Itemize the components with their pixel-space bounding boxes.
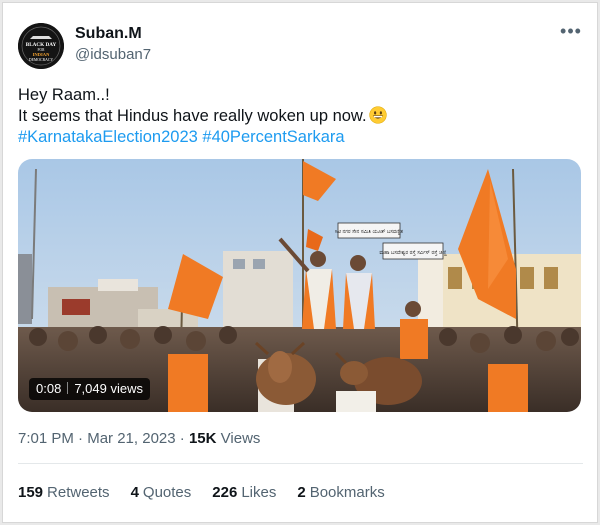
video-thumbnail: ಸಿಟಿ ನಗರ ಸೇನ ಸಮಿತಿ ಯೂತ್ ಬಸವಣ್ಣಿತ ಮಹಾ ಬಸವ… bbox=[18, 159, 581, 412]
divider bbox=[18, 463, 583, 464]
views-label: Views bbox=[220, 430, 261, 447]
tweet-line-2: It seems that Hindus have really woken u… bbox=[18, 106, 578, 127]
meta-separator: · bbox=[78, 430, 84, 447]
hashtag-40-percent-sarkara[interactable]: #40PercentSarkara bbox=[202, 128, 344, 146]
author-handle[interactable]: @idsuban7 bbox=[75, 46, 151, 63]
tweet-meta: 7:01 PM · Mar 21, 2023 · 15K Views bbox=[18, 430, 260, 447]
retweets-label: Retweets bbox=[47, 484, 110, 501]
svg-text:INDIAN: INDIAN bbox=[33, 52, 51, 57]
likes-count: 226 bbox=[212, 484, 238, 501]
more-options-icon[interactable]: ••• bbox=[558, 19, 584, 43]
svg-text:DEMOCRACY: DEMOCRACY bbox=[29, 58, 54, 62]
retweets-count: 159 bbox=[18, 484, 44, 501]
author-avatar[interactable]: BLACK DAY FOR INDIAN DEMOCRACY bbox=[18, 23, 64, 69]
tweet-text: Hey Raam..! It seems that Hindus have re… bbox=[18, 85, 578, 148]
badge-separator bbox=[67, 382, 69, 394]
protest-sign-2: ಮಹಾ ಬಸವೇಶ್ವರ ರಸ್ತೆ ಸರ್ವಿಸ್ ರಸ್ತೆ ಚಿಣ್ಣಿ bbox=[379, 250, 447, 256]
bookmarks-stat[interactable]: 2 Bookmarks bbox=[297, 484, 384, 501]
tweet-line-1: Hey Raam..! bbox=[18, 86, 110, 104]
author-name[interactable]: Suban.M bbox=[75, 25, 142, 43]
engagement-stats: 159 Retweets 4 Quotes 226 Likes 2 Bookmarks bbox=[18, 484, 385, 501]
video-duration: 0:08 bbox=[36, 381, 62, 396]
quotes-stat[interactable]: 4 Quotes bbox=[131, 484, 192, 501]
tweet-date[interactable]: Mar 21, 2023 bbox=[87, 430, 175, 447]
quotes-count: 4 bbox=[130, 484, 139, 501]
bookmarks-count: 2 bbox=[297, 484, 306, 501]
likes-label: Likes bbox=[241, 484, 277, 501]
video-stats-badge: 0:08 7,049 views bbox=[29, 378, 150, 400]
tweet-card: BLACK DAY FOR INDIAN DEMOCRACY Suban.M @… bbox=[2, 2, 598, 523]
tweet-line-3: #KarnatakaElection2023 #40PercentSarkara bbox=[18, 127, 578, 148]
retweets-stat[interactable]: 159 Retweets bbox=[18, 484, 110, 501]
hashtag-karnataka-election[interactable]: #KarnatakaElection2023 bbox=[18, 128, 198, 146]
grinning-face-emoji-icon bbox=[368, 106, 387, 124]
video-views: 7,049 views bbox=[74, 381, 143, 396]
tweet-time[interactable]: 7:01 PM bbox=[18, 430, 74, 447]
video-player[interactable]: ಸಿಟಿ ನಗರ ಸೇನ ಸಮಿತಿ ಯೂತ್ ಬಸವಣ್ಣಿತ ಮಹಾ ಬಸವ… bbox=[18, 159, 581, 412]
views-count: 15K bbox=[188, 430, 217, 447]
tweet-line-2-text: It seems that Hindus have really woken u… bbox=[18, 107, 367, 125]
quotes-label: Quotes bbox=[142, 484, 192, 501]
protest-sign-1: ಸಿಟಿ ನಗರ ಸೇನ ಸಮಿತಿ ಯೂತ್ ಬಸವಣ್ಣಿತ bbox=[335, 229, 403, 235]
avatar-logo-image: BLACK DAY FOR INDIAN DEMOCRACY bbox=[18, 23, 64, 69]
meta-separator: · bbox=[179, 430, 185, 447]
bookmarks-label: Bookmarks bbox=[309, 484, 385, 501]
likes-stat[interactable]: 226 Likes bbox=[212, 484, 276, 501]
